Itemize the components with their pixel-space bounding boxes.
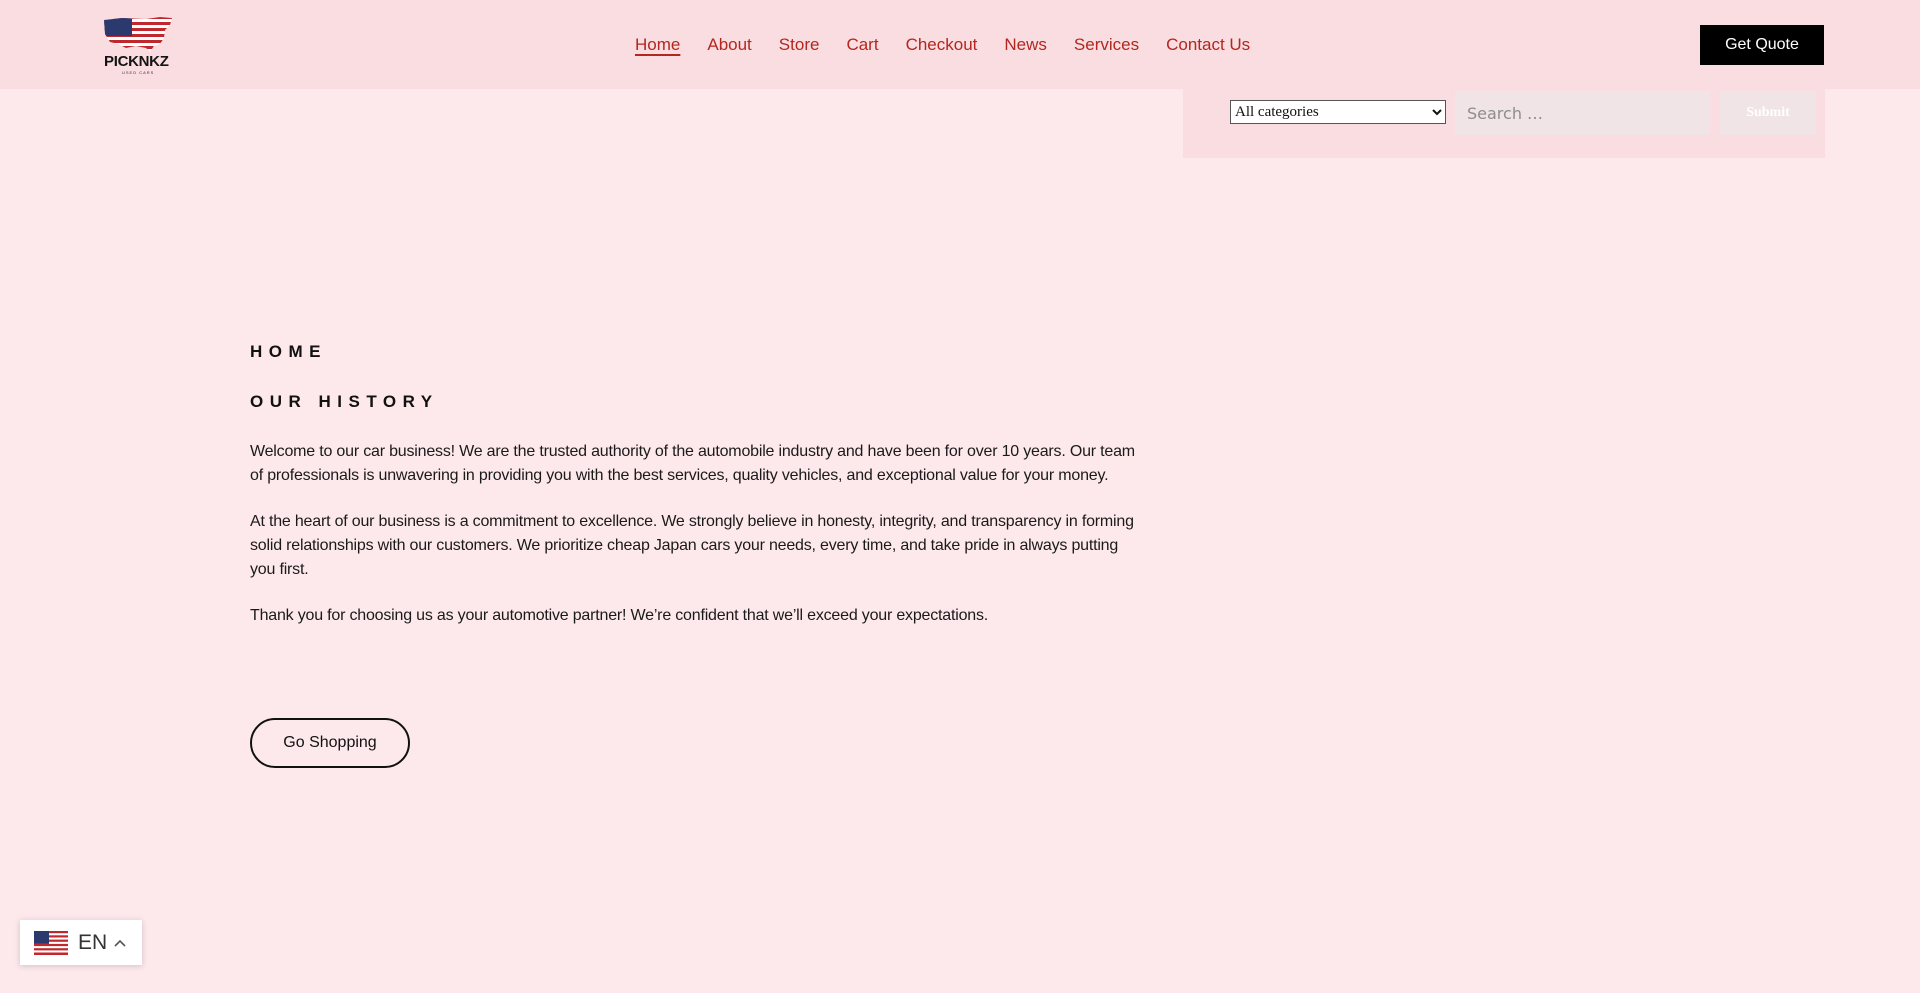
paragraph: Welcome to our car business! We are the …: [250, 443, 1135, 484]
nav-item-services[interactable]: Services: [1074, 33, 1139, 57]
logo-wordmark: PICKNKZ: [104, 53, 169, 70]
get-quote-button[interactable]: Get Quote: [1700, 25, 1824, 65]
us-flag-icon: [34, 930, 68, 955]
nav-item-contact-us[interactable]: Contact Us: [1166, 33, 1250, 57]
site-header: PICKNKZ USED CARS Home About Store Cart …: [0, 0, 1920, 89]
history-text: Welcome to our car business! We are the …: [250, 440, 1140, 628]
main-nav: Home About Store Cart Checkout News Serv…: [635, 33, 1250, 57]
chevron-up-icon: [114, 939, 126, 947]
language-code: EN: [78, 930, 108, 954]
section-heading: OUR HISTORY: [250, 392, 439, 411]
paragraph: At the heart of our business is a commit…: [250, 513, 1134, 578]
nav-item-checkout[interactable]: Checkout: [906, 33, 978, 57]
us-flag-map-icon: [104, 17, 172, 52]
language-switcher[interactable]: EN: [20, 920, 142, 965]
search-submit-button[interactable]: Submit: [1720, 91, 1816, 135]
logo-tagline: USED CARS: [122, 70, 155, 75]
category-select[interactable]: All categories: [1230, 100, 1446, 124]
go-shopping-button[interactable]: Go Shopping: [250, 718, 410, 768]
nav-item-cart[interactable]: Cart: [846, 33, 878, 57]
main-content: HOME OUR HISTORY Welcome to our car busi…: [250, 340, 1140, 650]
product-search-widget: All categories Submit: [1183, 89, 1825, 158]
search-input[interactable]: [1455, 91, 1710, 135]
site-logo[interactable]: PICKNKZ USED CARS: [102, 16, 174, 76]
paragraph: Thank you for choosing us as your automo…: [250, 607, 989, 624]
nav-item-news[interactable]: News: [1004, 33, 1047, 57]
nav-item-home[interactable]: Home: [635, 33, 680, 57]
nav-item-store[interactable]: Store: [779, 33, 820, 57]
page-eyebrow: HOME: [250, 342, 327, 361]
nav-item-about[interactable]: About: [707, 33, 751, 57]
